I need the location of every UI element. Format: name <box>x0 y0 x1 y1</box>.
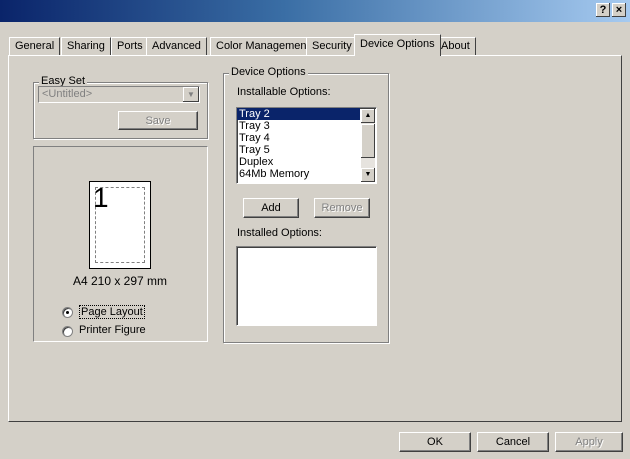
list-item[interactable]: Duplex <box>237 156 376 168</box>
installed-options-list[interactable] <box>236 246 377 326</box>
help-button[interactable]: ? <box>596 3 610 17</box>
page-number: 1 <box>93 182 109 213</box>
list-item[interactable]: Tray 5 <box>237 144 376 156</box>
installed-options-label: Installed Options: <box>237 227 322 239</box>
list-item[interactable]: Tray 3 <box>237 120 376 132</box>
list-item[interactable]: 64Mb Memory <box>237 168 376 180</box>
tab-device-options[interactable]: Device Options <box>354 34 441 56</box>
installable-options-list[interactable]: Tray 2 Tray 3 Tray 4 Tray 5 Duplex 64Mb … <box>236 107 377 184</box>
scroll-up-icon[interactable]: ▲ <box>361 109 375 123</box>
tab-color-management[interactable]: Color Management <box>210 37 316 55</box>
cancel-label: Cancel <box>495 436 531 448</box>
page-preview-icon: 1 <box>89 181 151 269</box>
page-layout-label[interactable]: Page Layout <box>79 305 145 319</box>
easy-set-combo[interactable]: <Untitled> <box>38 86 200 103</box>
tab-label: Color Management <box>216 40 310 52</box>
remove-button[interactable]: Remove <box>314 198 370 218</box>
ok-button[interactable]: OK <box>399 432 471 452</box>
tab-advanced[interactable]: Advanced <box>146 37 207 55</box>
close-button[interactable]: × <box>612 3 626 17</box>
page-layout-radio[interactable] <box>62 307 73 318</box>
list-item[interactable]: Tray 2 <box>237 108 360 120</box>
tab-ports[interactable]: Ports <box>111 37 149 55</box>
tab-security[interactable]: Security <box>306 37 358 55</box>
tab-label: Sharing <box>67 40 105 52</box>
tab-about[interactable]: About <box>435 37 476 55</box>
remove-label: Remove <box>321 202 363 214</box>
scrollbar-thumb[interactable] <box>361 124 375 158</box>
easy-set-value: <Untitled> <box>42 88 93 100</box>
add-label: Add <box>261 202 281 214</box>
printer-figure-label[interactable]: Printer Figure <box>79 324 146 336</box>
device-options-label: Device Options <box>229 66 308 78</box>
tab-label: Security <box>312 40 352 52</box>
help-label: ? <box>599 4 607 16</box>
installable-options-label: Installable Options: <box>237 86 331 98</box>
tab-label: General <box>15 40 55 52</box>
tab-label: Advanced <box>152 40 201 52</box>
apply-label: Apply <box>575 436 603 448</box>
apply-button[interactable]: Apply <box>555 432 623 452</box>
tab-general[interactable]: General <box>9 37 61 55</box>
printer-figure-radio[interactable] <box>62 326 73 337</box>
save-label: Save <box>145 115 171 127</box>
close-icon: × <box>615 4 623 16</box>
ok-label: OK <box>427 436 443 448</box>
scroll-down-icon[interactable]: ▼ <box>361 168 375 182</box>
title-bar[interactable] <box>0 0 630 22</box>
cancel-button[interactable]: Cancel <box>477 432 549 452</box>
tab-label: Device Options <box>360 38 435 50</box>
chevron-down-icon[interactable]: ▼ <box>183 87 199 102</box>
tab-label: About <box>441 40 470 52</box>
tab-label: Ports <box>117 40 143 52</box>
save-button[interactable]: Save <box>118 111 198 130</box>
add-button[interactable]: Add <box>243 198 299 218</box>
list-item[interactable]: Tray 4 <box>237 132 376 144</box>
tab-sharing[interactable]: Sharing <box>61 37 111 55</box>
paper-size-text: A4 210 x 297 mm <box>72 274 168 288</box>
